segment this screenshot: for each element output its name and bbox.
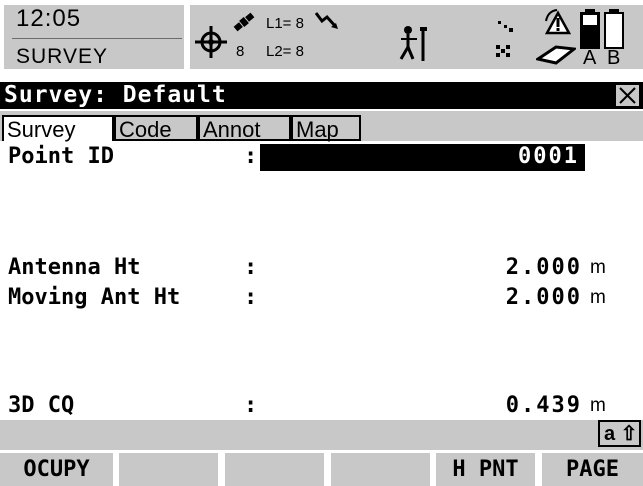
- page-title: Survey: Default: [4, 82, 227, 108]
- moving-ant-ht-value[interactable]: 2.000: [506, 283, 582, 313]
- tab-map[interactable]: Map: [291, 115, 361, 142]
- f1-ocupy-button[interactable]: OCUPY: [0, 453, 113, 486]
- cq-3d-colon: :: [244, 393, 258, 418]
- cq-3d-row: 3D CQ : 0.439 m: [8, 391, 638, 421]
- close-button[interactable]: [615, 84, 640, 107]
- cq-3d-value: 0.439: [505, 393, 582, 418]
- tab-label: Survey: [7, 117, 76, 142]
- point-id-input[interactable]: 0001: [260, 144, 585, 171]
- sats-tracked: 8: [236, 43, 245, 60]
- function-key-bar: OCUPY H PNT PAGE: [0, 451, 643, 486]
- radio-link-icon: [314, 12, 338, 29]
- l2-label: L2= 8: [266, 43, 304, 60]
- f5-hpnt-button[interactable]: H PNT: [436, 453, 535, 486]
- clock-panel: 12:05 SURVEY: [4, 5, 184, 69]
- cq-3d-unit: m: [590, 395, 606, 416]
- antenna-ht-value[interactable]: 2.000: [506, 253, 582, 283]
- clock-time: 12:05: [16, 5, 82, 32]
- title-bar: Survey: Default: [0, 82, 643, 109]
- moving-ant-ht-colon: :: [244, 285, 258, 310]
- battery-a-icon: [580, 9, 600, 49]
- point-id-colon: :: [244, 144, 258, 169]
- f4-button[interactable]: [331, 453, 430, 486]
- close-icon: [619, 87, 636, 104]
- tab-survey[interactable]: Survey: [2, 115, 114, 142]
- moving-ant-ht-row: Moving Ant Ht : 2.000 m: [8, 283, 638, 313]
- f6-page-button[interactable]: PAGE: [542, 453, 643, 486]
- tab-code[interactable]: Code: [114, 115, 198, 142]
- link-dots-icon: [498, 21, 513, 32]
- battery-b-label: B: [607, 47, 621, 69]
- warning-icon: [544, 9, 572, 35]
- f2-button[interactable]: [119, 453, 218, 486]
- l1-label: L1= 8: [266, 15, 304, 32]
- point-id-label: Point ID: [8, 144, 114, 169]
- f3-button[interactable]: [225, 453, 324, 486]
- tab-bar: Survey Code Annot Map: [0, 111, 643, 142]
- divider: [12, 38, 182, 39]
- moving-surveyor-icon: [399, 26, 427, 61]
- satellite-icon: [233, 12, 255, 32]
- battery-b-icon: [604, 9, 624, 49]
- keyboard-mode-indicator: a ⇧: [598, 420, 641, 447]
- tab-label: Annot: [203, 117, 261, 142]
- tab-label: Map: [296, 117, 339, 142]
- data-icon: [496, 45, 510, 57]
- cq-3d-label: 3D CQ: [8, 393, 75, 418]
- memory-card-icon: [536, 45, 576, 65]
- antenna-ht-label: Antenna Ht: [8, 255, 141, 280]
- gps-position-icon: [195, 26, 227, 58]
- status-icons-panel: 8 L1= 8 L2= 8 A B: [190, 5, 643, 69]
- point-id-row: Point ID : 0001: [8, 142, 638, 172]
- moving-ant-ht-label: Moving Ant Ht: [8, 285, 181, 310]
- mode-label: SURVEY: [16, 45, 108, 68]
- antenna-ht-colon: :: [244, 255, 258, 280]
- battery-a-label: A: [583, 47, 597, 69]
- point-id-value: 0001: [518, 144, 579, 169]
- tab-label: Code: [119, 117, 172, 142]
- tab-annot[interactable]: Annot: [198, 115, 291, 142]
- moving-ant-ht-unit: m: [590, 287, 606, 308]
- antenna-ht-row: Antenna Ht : 2.000 m: [8, 253, 638, 283]
- message-bar: a ⇧: [0, 420, 643, 450]
- antenna-ht-unit: m: [590, 257, 606, 278]
- status-bar: 12:05 SURVEY 8 L1= 8 L2= 8 A B: [0, 0, 643, 74]
